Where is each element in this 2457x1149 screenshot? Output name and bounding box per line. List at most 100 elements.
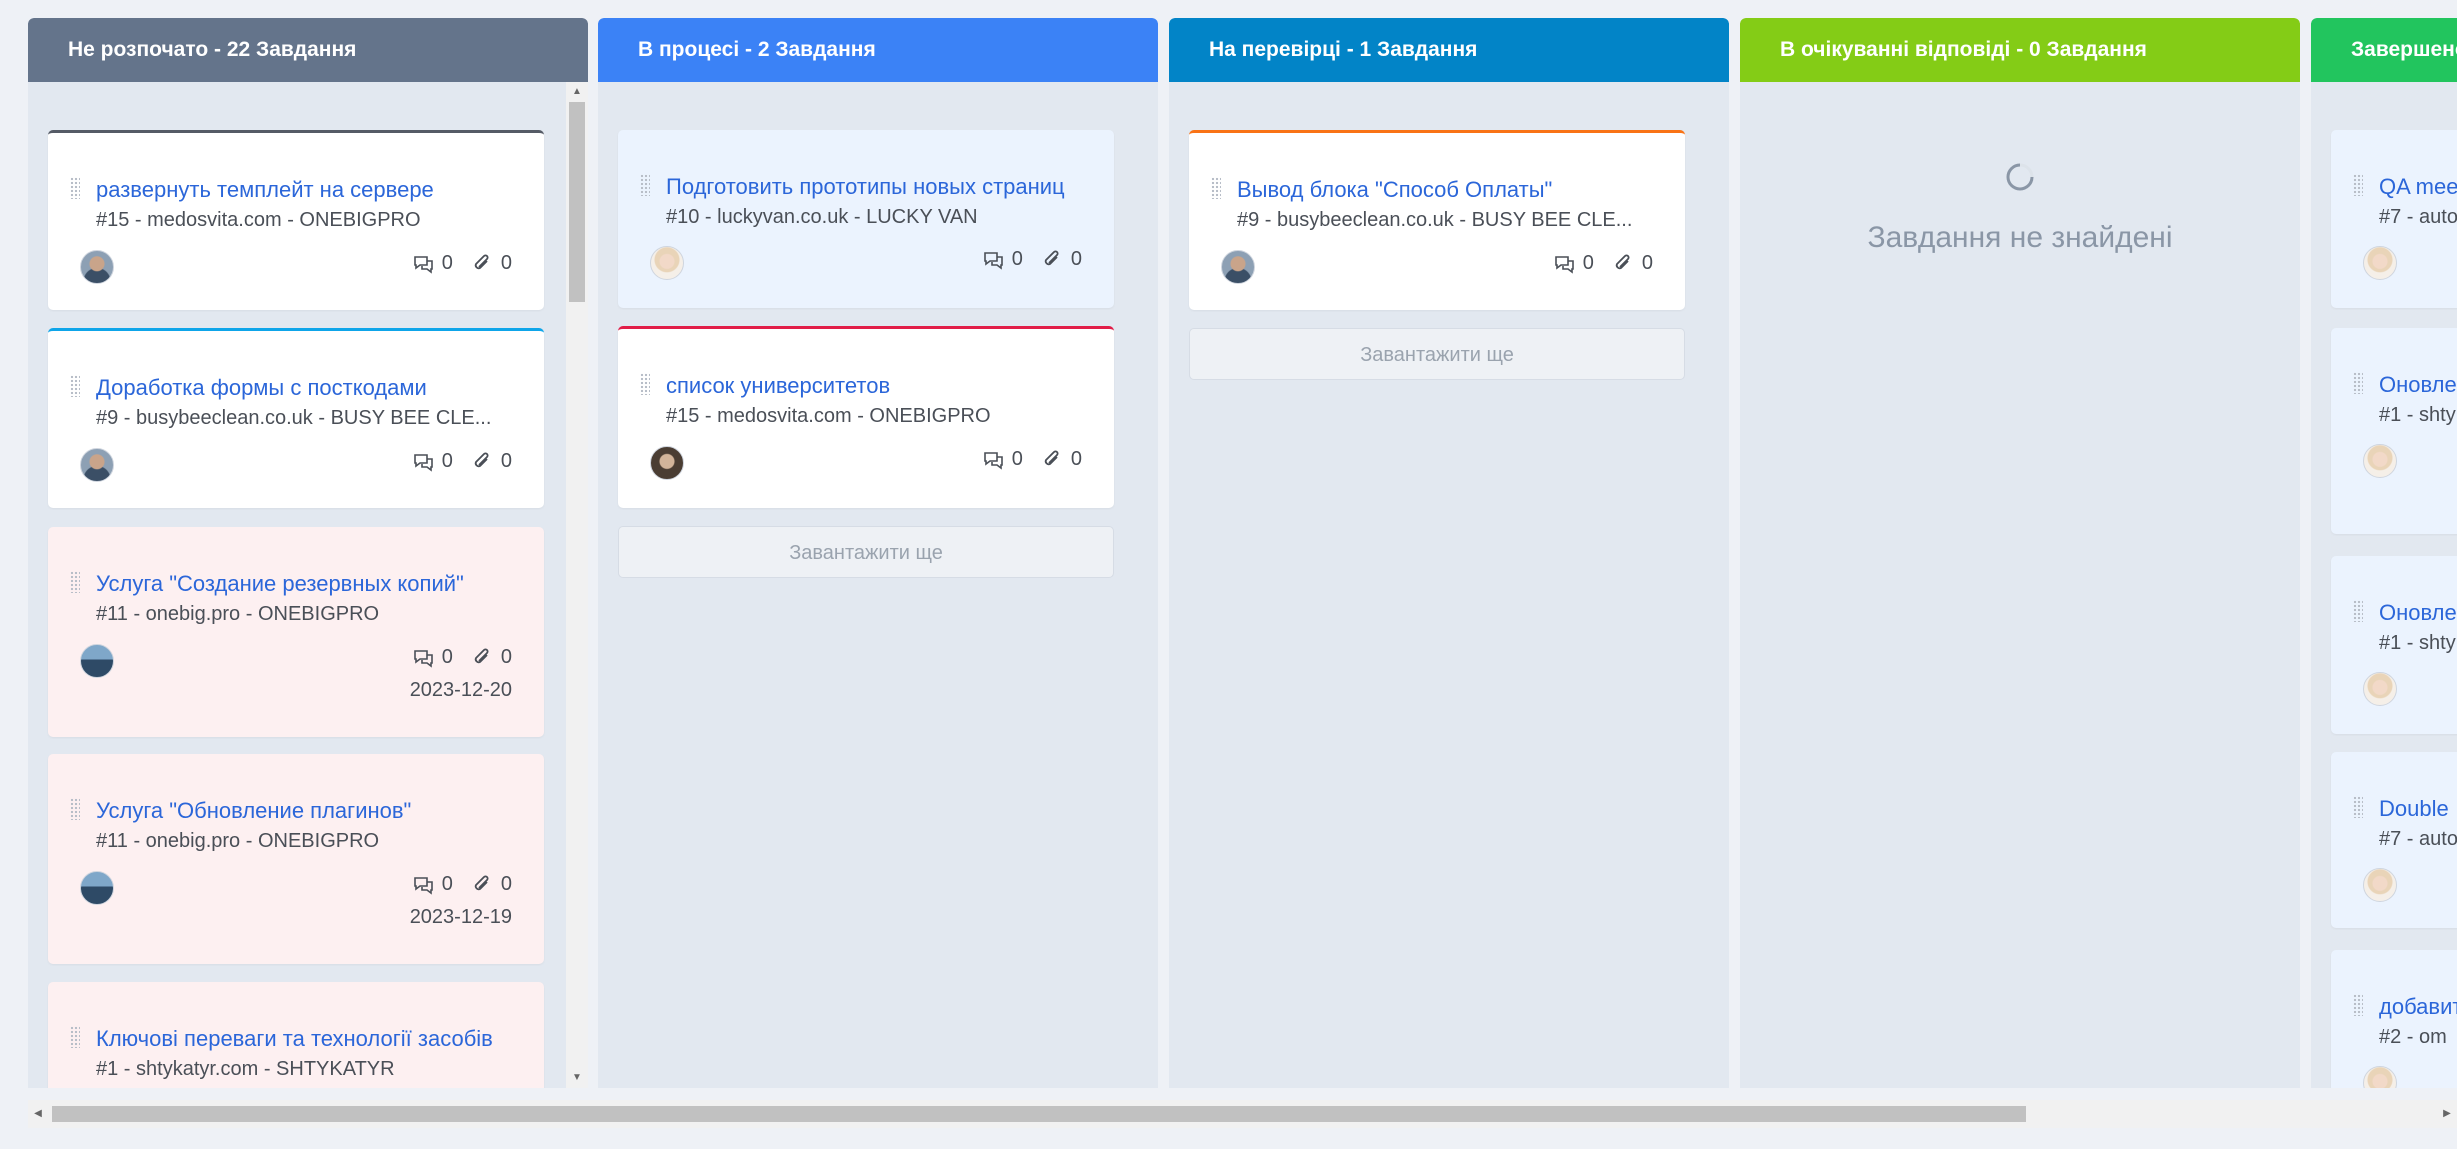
comments-value: 0	[1582, 252, 1594, 274]
task-title[interactable]: Доработка формы с посткодами	[96, 375, 516, 401]
empty-state: Завдання не знайдені	[1740, 162, 2300, 255]
task-meta: 0 0	[982, 448, 1082, 471]
task-meta: 0 0	[412, 252, 512, 275]
task-card[interactable]: добавить #2 - om	[2331, 950, 2457, 1088]
task-project: #7 - autoshop	[2379, 828, 2457, 850]
column-header: В очікуванні відповіді - 0 Завдання	[1740, 18, 2300, 82]
task-card[interactable]: развернуть темплейт на сервере #15 - med…	[48, 130, 544, 310]
attachments-value: 0	[500, 646, 512, 668]
task-title[interactable]: Вывод блока "Способ Оплаты"	[1237, 177, 1657, 203]
paperclip-icon	[474, 875, 489, 890]
attachments-value: 0	[1070, 248, 1082, 270]
task-title[interactable]: QA meeting	[2379, 174, 2457, 200]
column-under-review: На перевірці - 1 Завдання Вывод блока "С…	[1169, 18, 1729, 1088]
task-title[interactable]: Подготовить прототипы новых страниц	[666, 174, 1086, 200]
drag-handle-icon[interactable]	[640, 373, 650, 395]
column-header: Завершено	[2311, 18, 2457, 82]
task-title[interactable]: Double	[2379, 796, 2457, 822]
avatar	[2363, 246, 2397, 280]
column-not-started: Не розпочато - 22 Завдання развернуть те…	[28, 18, 588, 1088]
paperclip-icon	[1044, 250, 1059, 265]
scrollbar-thumb[interactable]	[52, 1106, 2026, 1122]
drag-handle-icon[interactable]	[2353, 796, 2363, 818]
avatar	[2363, 672, 2397, 706]
task-title[interactable]: Услуга "Создание резервных копий"	[96, 571, 516, 597]
comments-value: 0	[1011, 248, 1023, 270]
drag-handle-icon[interactable]	[70, 177, 80, 199]
task-project: #15 - medosvita.com - ONEBIGPRO	[666, 405, 991, 427]
avatar	[2363, 1066, 2397, 1088]
column-in-progress: В процесі - 2 Завдання Подготовить прото…	[598, 18, 1158, 1088]
drag-handle-icon[interactable]	[640, 174, 650, 196]
task-project: #1 - shtykatyr.com	[2379, 632, 2457, 654]
task-meta: 0 0	[412, 646, 512, 669]
scroll-down-icon[interactable]: ▼	[566, 1068, 588, 1088]
paperclip-icon	[1044, 450, 1059, 465]
paperclip-icon	[474, 452, 489, 467]
task-meta: 0 0	[412, 873, 512, 896]
task-card[interactable]: QA meeting #7 - autoshop	[2331, 130, 2457, 308]
attachments-count: 0	[1612, 252, 1653, 275]
task-meta: 0 0	[412, 450, 512, 473]
attachments-value: 0	[1070, 448, 1082, 470]
load-more-button[interactable]: Завантажити ще	[618, 526, 1114, 578]
task-card[interactable]: список университетов #15 - medosvita.com…	[618, 326, 1114, 508]
paperclip-icon	[1615, 254, 1630, 269]
avatar	[650, 446, 684, 480]
avatar	[80, 250, 114, 284]
task-project: #15 - medosvita.com - ONEBIGPRO	[96, 209, 421, 231]
drag-handle-icon[interactable]	[70, 571, 80, 593]
task-title[interactable]: Услуга "Обновление плагинов"	[96, 798, 516, 824]
comments-count: 0	[1553, 252, 1594, 275]
scroll-up-icon[interactable]: ▲	[566, 82, 588, 102]
scroll-right-icon[interactable]: ▶	[2437, 1100, 2457, 1128]
attachments-count: 0	[1041, 448, 1082, 471]
task-card[interactable]: Подготовить прототипы новых страниц #10 …	[618, 130, 1114, 308]
vertical-scrollbar[interactable]: ▲ ▼	[566, 82, 588, 1088]
task-project: #1 - shtykatyr.com - SHTYKATYR	[96, 1058, 395, 1080]
kanban-board: Не розпочато - 22 Завдання развернуть те…	[28, 18, 2457, 1088]
task-card[interactable]: Доработка формы с посткодами #9 - busybe…	[48, 328, 544, 508]
drag-handle-icon[interactable]	[2353, 600, 2363, 622]
task-card[interactable]: Ключові переваги та технології засобів #…	[48, 982, 544, 1088]
drag-handle-icon[interactable]	[2353, 372, 2363, 394]
load-more-button[interactable]: Завантажити ще	[1189, 328, 1685, 380]
drag-handle-icon[interactable]	[70, 1026, 80, 1048]
comments-count: 0	[982, 248, 1023, 271]
comments-value: 0	[441, 646, 453, 668]
task-card[interactable]: Оновлення #1 - shtykatyr.com	[2331, 328, 2457, 534]
scroll-left-icon[interactable]: ◀	[28, 1100, 48, 1128]
avatar	[80, 871, 114, 905]
avatar	[650, 246, 684, 280]
drag-handle-icon[interactable]	[70, 798, 80, 820]
task-card[interactable]: Услуга "Создание резервных копий" #11 - …	[48, 527, 544, 737]
task-title[interactable]: список университетов	[666, 373, 1086, 399]
task-card[interactable]: Оновлення #1 - shtykatyr.com	[2331, 556, 2457, 734]
task-card[interactable]: Услуга "Обновление плагинов" #11 - onebi…	[48, 754, 544, 964]
task-meta: 0 0	[982, 248, 1082, 271]
task-title[interactable]: Оновлення	[2379, 372, 2457, 398]
task-title[interactable]: Оновлення	[2379, 600, 2457, 626]
task-title[interactable]: развернуть темплейт на сервере	[96, 177, 516, 203]
task-card[interactable]: Вывод блока "Способ Оплаты" #9 - busybee…	[1189, 130, 1685, 310]
drag-handle-icon[interactable]	[70, 375, 80, 397]
comments-value: 0	[441, 873, 453, 895]
drag-handle-icon[interactable]	[1211, 177, 1221, 199]
drag-handle-icon[interactable]	[2353, 174, 2363, 196]
task-title[interactable]: Ключові переваги та технології засобів	[96, 1026, 516, 1052]
column-body: Вывод блока "Способ Оплаты" #9 - busybee…	[1169, 82, 1729, 1088]
column-body: Завдання не знайдені	[1740, 82, 2300, 1088]
task-title[interactable]: добавить	[2379, 994, 2457, 1020]
horizontal-scrollbar[interactable]: ◀ ▶	[28, 1100, 2457, 1128]
column-completed: Завершено QA meeting #7 - autoshop Оновл…	[2311, 18, 2457, 1088]
paperclip-icon	[474, 254, 489, 269]
attachments-count: 0	[1041, 248, 1082, 271]
task-card[interactable]: Double #7 - autoshop	[2331, 752, 2457, 928]
drag-handle-icon[interactable]	[2353, 994, 2363, 1016]
scrollbar-thumb[interactable]	[569, 102, 585, 302]
task-project: #11 - onebig.pro - ONEBIGPRO	[96, 830, 380, 852]
attachments-value: 0	[500, 252, 512, 274]
column-header: Не розпочато - 22 Завдання	[28, 18, 588, 82]
due-date: 2023-12-20	[409, 679, 512, 701]
column-body: QA meeting #7 - autoshop Оновлення #1 - …	[2311, 82, 2457, 1088]
